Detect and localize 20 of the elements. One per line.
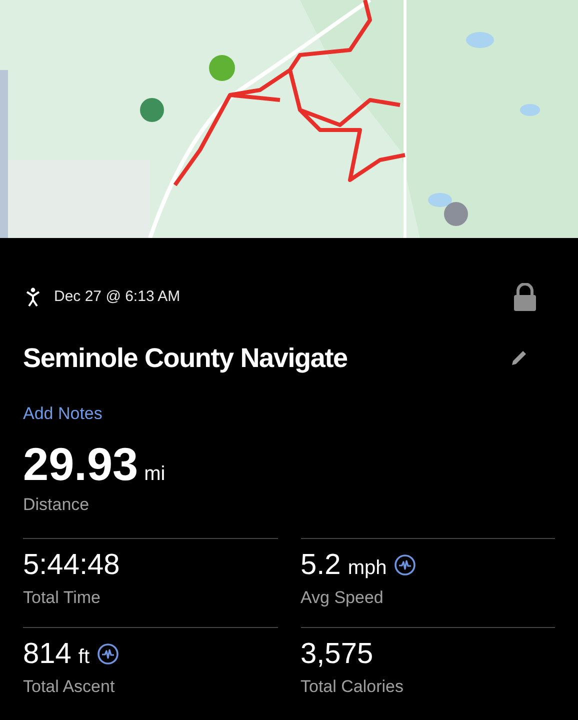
distance-value: 29.93: [23, 437, 138, 492]
stat-label: Total Time: [23, 586, 102, 608]
person-icon: [26, 287, 40, 307]
activity-date: Dec 27 @ 6:13 AM: [54, 286, 180, 307]
distance-label: Distance: [23, 494, 90, 516]
stat-value: 5.2: [300, 548, 341, 582]
stat-label: Total Calories: [300, 676, 404, 698]
pulse-chart-icon[interactable]: [394, 554, 416, 576]
stat-value: 5:44:48: [23, 548, 120, 582]
lock-icon[interactable]: [513, 283, 537, 311]
add-notes-link[interactable]: Add Notes: [23, 400, 102, 426]
stat-value: 3,575: [300, 636, 374, 672]
stat-label: Avg Speed: [300, 586, 384, 608]
stat-unit: mph: [348, 556, 387, 580]
stat-unit: ft: [78, 644, 90, 670]
stat-value: 814: [23, 636, 72, 672]
distance-unit: mi: [144, 462, 166, 487]
activity-title: Seminole County Navigate: [23, 342, 348, 375]
stat-label: Total Ascent: [23, 676, 116, 698]
pulse-chart-icon[interactable]: [96, 642, 119, 664]
